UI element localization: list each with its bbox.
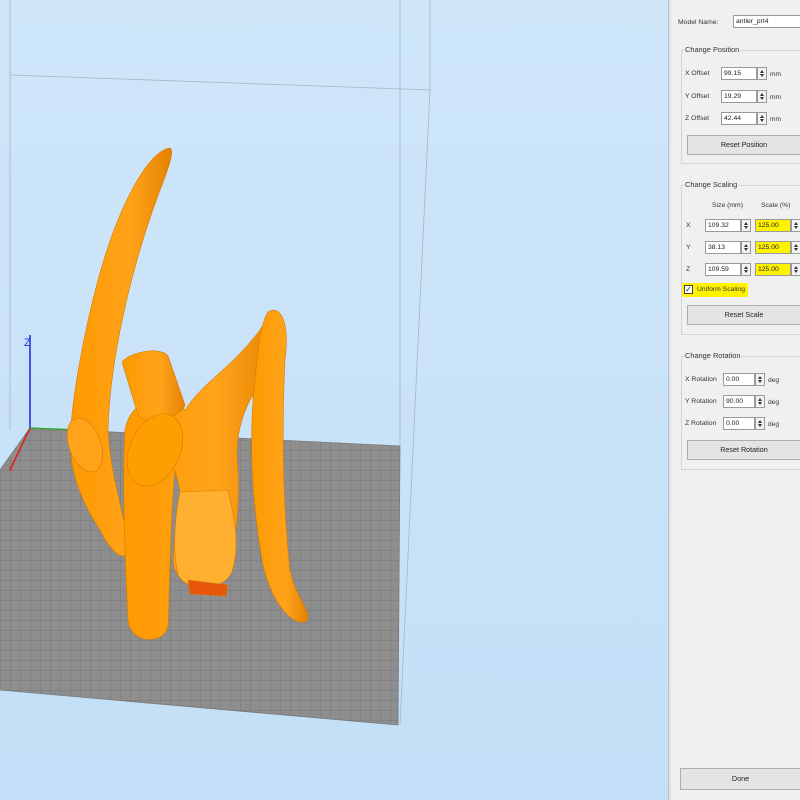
scale-y-field[interactable]: 125.00 [755, 241, 791, 254]
z-offset-unit: mm [770, 116, 781, 123]
x-offset-spinner[interactable] [757, 67, 767, 80]
reset-rotation-button[interactable]: Reset Rotation [687, 440, 800, 460]
scale-y-axis-label: Y [686, 244, 691, 251]
reset-position-button[interactable]: Reset Position [687, 135, 800, 155]
z-rotation-field[interactable]: 0.00 [723, 417, 755, 430]
size-y-spinner[interactable] [741, 241, 751, 254]
y-offset-unit: mm [770, 94, 781, 101]
model-name-label: Model Name: [678, 19, 719, 26]
y-offset-field[interactable]: 19.29 [721, 90, 757, 103]
scale-z-axis-label: Z [686, 266, 691, 273]
y-rotation-unit: deg [768, 399, 780, 406]
x-rotation-unit: deg [768, 377, 780, 384]
x-rotation-field[interactable]: 0.00 [723, 373, 755, 386]
done-button[interactable]: Done [680, 768, 800, 790]
z-rotation-spinner[interactable] [755, 417, 765, 430]
svg-text:×: × [8, 464, 13, 474]
size-column-header: Size (mm) [712, 202, 743, 209]
uniform-scaling-label[interactable]: Uniform Scaling [697, 286, 745, 293]
y-rotation-field[interactable]: 90.00 [723, 395, 755, 408]
z-offset-label: Z Offset [685, 115, 710, 122]
model-name-field[interactable]: antler_prt4 [733, 15, 800, 28]
size-z-spinner[interactable] [741, 263, 751, 276]
z-rotation-label: Z Rotation [685, 420, 717, 427]
x-offset-field[interactable]: 99.15 [721, 67, 757, 80]
scale-x-spinner[interactable] [791, 219, 800, 232]
scale-y-spinner[interactable] [791, 241, 800, 254]
scaling-group-title: Change Scaling [684, 180, 739, 189]
x-offset-label: X Offset [685, 70, 710, 77]
position-group-title: Change Position [684, 45, 741, 54]
z-offset-field[interactable]: 42.44 [721, 112, 757, 125]
uniform-scaling-checkbox[interactable]: ✓ [684, 285, 693, 294]
y-offset-spinner[interactable] [757, 90, 767, 103]
size-z-field[interactable]: 109.59 [705, 263, 741, 276]
x-rotation-spinner[interactable] [755, 373, 765, 386]
size-x-spinner[interactable] [741, 219, 751, 232]
3d-viewport[interactable]: Z × [0, 0, 668, 800]
scale-x-field[interactable]: 125.00 [755, 219, 791, 232]
scene-canvas: Z × [0, 0, 431, 726]
size-x-field[interactable]: 109.32 [705, 219, 741, 232]
svg-text:Z: Z [24, 337, 31, 349]
rotation-group-title: Change Rotation [684, 351, 742, 360]
x-rotation-label: X Rotation [685, 376, 717, 383]
y-rotation-label: Y Rotation [685, 398, 717, 405]
model-properties-panel: Model Name: antler_prt4 Change Position … [671, 0, 800, 800]
reset-scale-button[interactable]: Reset Scale [687, 305, 800, 325]
scale-x-axis-label: X [686, 222, 691, 229]
size-y-field[interactable]: 38.13 [705, 241, 741, 254]
z-offset-spinner[interactable] [757, 112, 767, 125]
scale-column-header: Scale (%) [761, 202, 791, 209]
y-rotation-spinner[interactable] [755, 395, 765, 408]
scale-z-field[interactable]: 125.00 [755, 263, 791, 276]
x-offset-unit: mm [770, 71, 781, 78]
z-rotation-unit: deg [768, 421, 780, 428]
scale-z-spinner[interactable] [791, 263, 800, 276]
y-offset-label: Y Offset [685, 93, 710, 100]
